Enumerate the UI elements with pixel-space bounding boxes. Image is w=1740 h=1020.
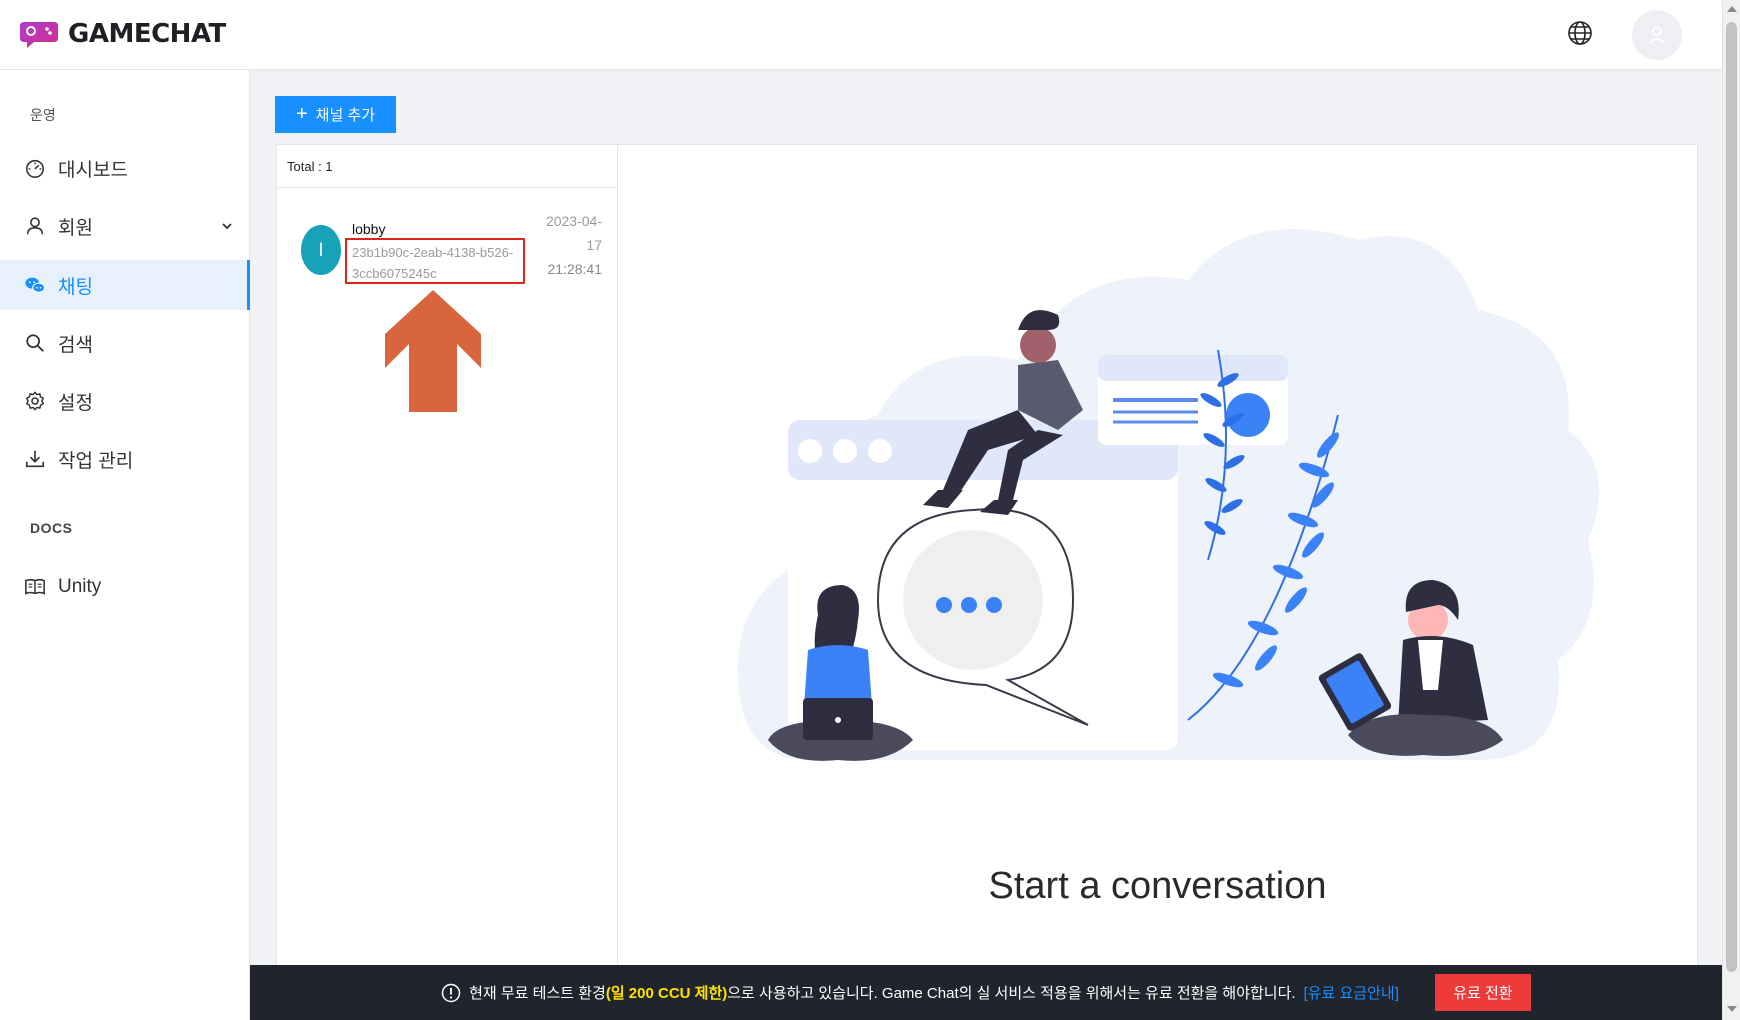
- banner-text-before: 현재 무료 테스트 환경: [469, 985, 606, 1002]
- sidebar-item-label: 작업 관리: [58, 450, 134, 472]
- channel-name: lobby: [352, 221, 386, 237]
- page-scrollbar[interactable]: [1722, 0, 1740, 1020]
- channel-time: 21:28:41: [547, 261, 603, 277]
- sidebar-item-label: 회원: [58, 217, 93, 239]
- top-header: GAMECHAT: [0, 0, 1722, 70]
- channel-list-panel: Total : 1 l lobby 23b1b90c-2eab-4138-b52…: [276, 144, 618, 966]
- sidebar-item-label: Unity: [58, 576, 102, 597]
- channel-avatar: l: [301, 225, 341, 275]
- info-icon: [441, 983, 461, 1002]
- banner-text-after: 으로 사용하고 있습니다. Game Chat의 실 서비스 적용을 위해서는 …: [727, 985, 1296, 1002]
- sidebar-item-label: 설정: [58, 392, 93, 414]
- annotation-up-arrow-icon: [385, 290, 481, 412]
- book-icon: [25, 578, 45, 595]
- sidebar-item-dashboard[interactable]: 대시보드: [0, 143, 250, 193]
- sidebar-item-members[interactable]: 회원: [0, 201, 250, 251]
- channel-date-line2: 17: [586, 237, 602, 253]
- upgrade-button[interactable]: 유료 전환: [1434, 974, 1531, 1011]
- channel-id: 23b1b90c-2eab-4138-b526-3ccb6075245c: [345, 238, 525, 284]
- pricing-link[interactable]: [유료 요금안내]: [1304, 982, 1399, 1003]
- app-logo[interactable]: GAMECHAT: [20, 18, 226, 50]
- globe-icon: [1568, 21, 1592, 45]
- section-title-operations: 운영: [30, 107, 56, 123]
- channel-date-line1: 2023-04-: [545, 213, 602, 229]
- sidebar-item-label: 대시보드: [58, 159, 128, 181]
- empty-chat-text: Start a conversation: [988, 865, 1327, 907]
- scroll-up-arrow-icon[interactable]: [1727, 6, 1737, 12]
- start-conversation-illustration: [738, 228, 1600, 761]
- channel-total: Total : 1: [287, 159, 333, 174]
- section-title-docs: DOCS: [30, 520, 73, 536]
- sidebar-item-settings[interactable]: 설정: [0, 376, 250, 426]
- banner-highlight: (일 200 CCU 제한): [605, 985, 728, 1002]
- plus-icon: +: [295, 102, 308, 125]
- scrollbar-thumb[interactable]: [1726, 22, 1737, 972]
- channel-timestamp: 2023-04- 17 21:28:41: [532, 209, 602, 281]
- gear-icon: [26, 391, 44, 411]
- sidebar-item-label: 검색: [58, 334, 93, 356]
- user-icon: [26, 217, 44, 235]
- scroll-down-arrow-icon[interactable]: [1727, 1006, 1737, 1012]
- chevron-down-icon[interactable]: [220, 219, 234, 233]
- chat-panel: Start a conversation: [618, 144, 1698, 966]
- user-avatar-button[interactable]: [1632, 10, 1682, 60]
- sidebar-item-unity[interactable]: Unity: [0, 562, 250, 612]
- sidebar-item-task-management[interactable]: 작업 관리: [0, 434, 250, 484]
- add-channel-label: 채널 추가: [315, 107, 376, 124]
- sidebar-item-chat[interactable]: 채팅: [0, 260, 250, 310]
- chat-icon: [25, 277, 46, 293]
- dashboard-icon: [25, 159, 45, 178]
- language-button[interactable]: [1565, 18, 1595, 48]
- download-icon: [25, 450, 45, 468]
- trial-banner: 현재 무료 테스트 환경(일 200 CCU 제한)으로 사용하고 있습니다. …: [250, 965, 1722, 1020]
- app-name: GAMECHAT: [68, 19, 226, 49]
- sidebar-item-search[interactable]: 검색: [0, 318, 250, 368]
- gamepad-chat-icon: [20, 22, 58, 48]
- banner-text: 현재 무료 테스트 환경(일 200 CCU 제한)으로 사용하고 있습니다. …: [469, 982, 1295, 1003]
- search-icon: [26, 334, 44, 352]
- user-icon: [1648, 26, 1666, 44]
- sidebar-item-label: 채팅: [58, 276, 93, 298]
- sidebar: 운영 대시보드 회원 채팅 검색 설정 작업 관리 DOCS Unity: [0, 70, 250, 1020]
- add-channel-button[interactable]: + 채널 추가: [275, 96, 396, 133]
- channel-avatar-letter: l: [319, 239, 323, 260]
- divider: [277, 187, 617, 188]
